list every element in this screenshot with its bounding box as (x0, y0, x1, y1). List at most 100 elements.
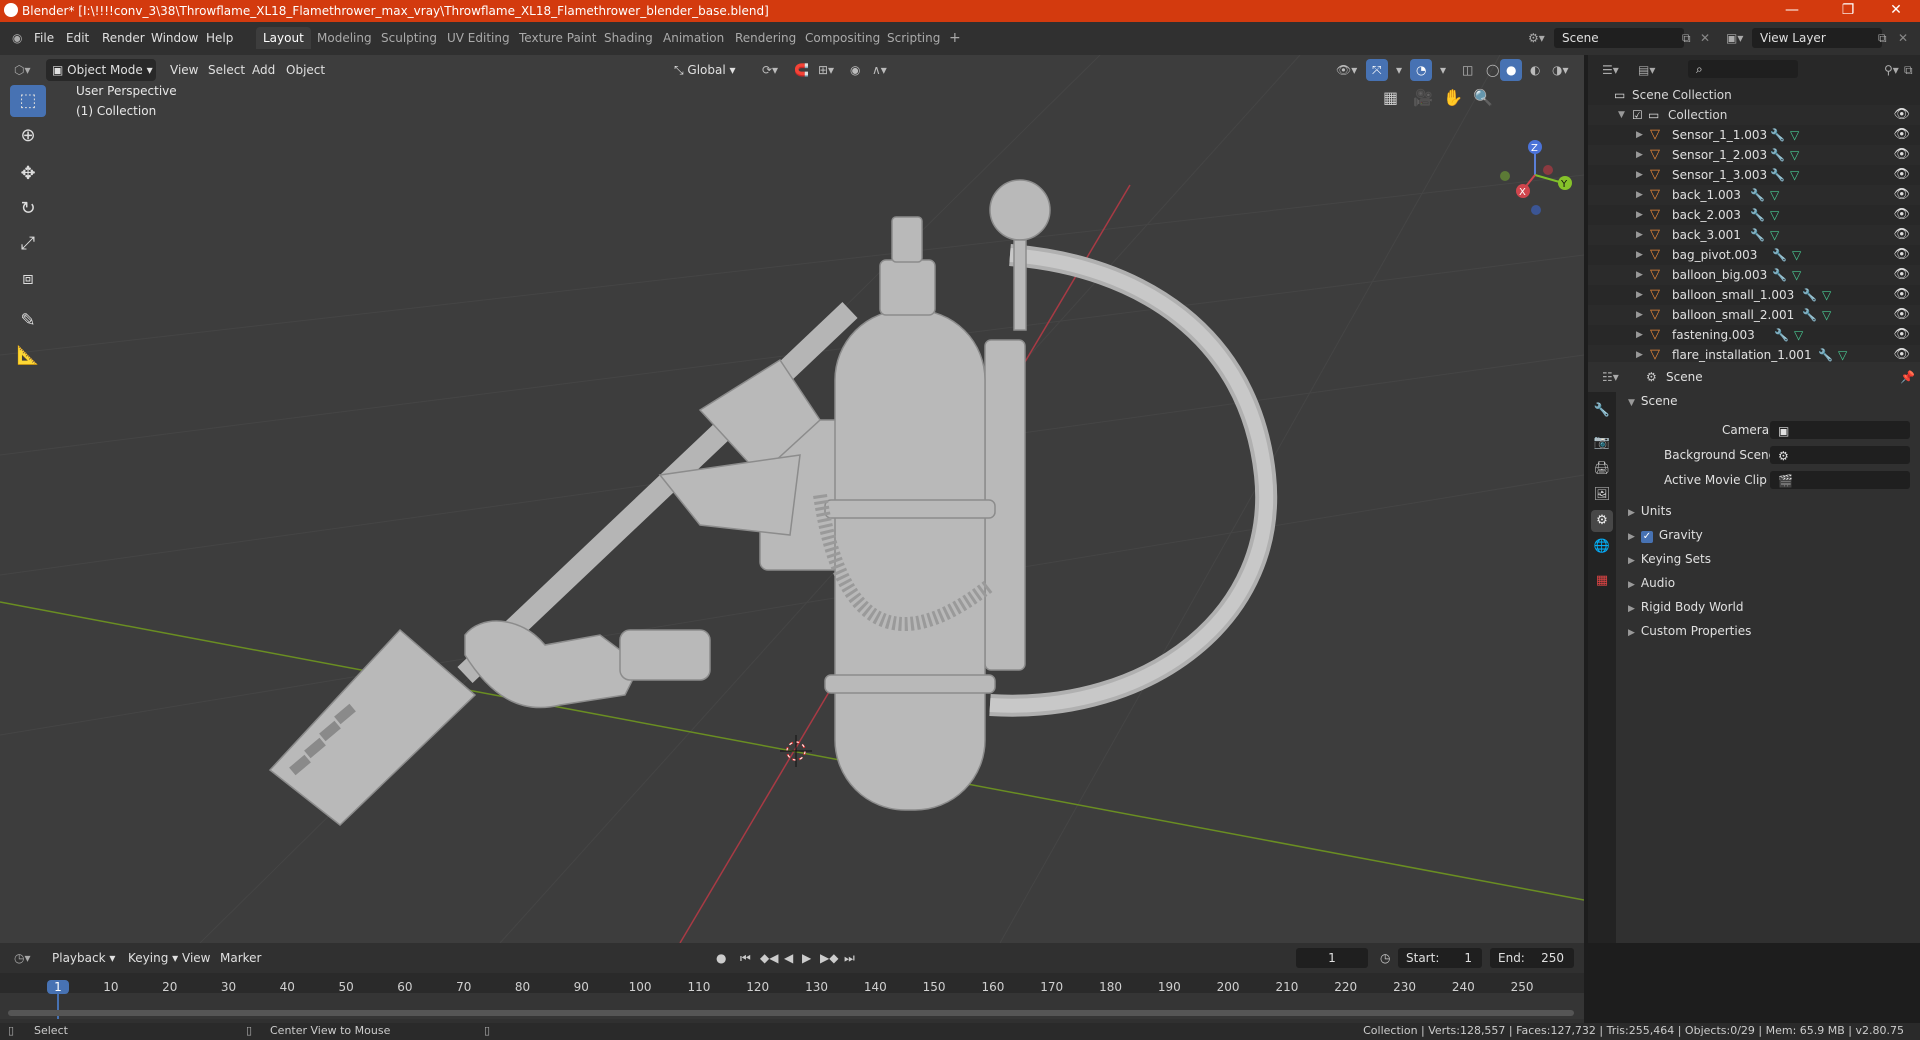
outliner-object-row[interactable]: ▶ ▽ Sensor_1_2.003 🔧 ▽ 👁 (1588, 145, 1920, 165)
expand-icon[interactable]: ▶ (1636, 285, 1643, 305)
outliner-editor-type-icon[interactable]: ☰▾ (1596, 59, 1625, 81)
delete-view-layer-icon[interactable]: ✕ (1892, 28, 1914, 48)
tab-layout[interactable]: Layout (256, 27, 311, 49)
active-movie-clip-field[interactable]: 🎬 (1770, 471, 1910, 489)
eye-icon[interactable]: 👁 (1893, 325, 1910, 345)
collection-checkbox[interactable]: ☑ (1632, 105, 1643, 125)
tab-scripting[interactable]: Scripting (880, 27, 947, 49)
pin-icon[interactable]: 📌 (1894, 366, 1920, 388)
modifier-wrench-icon[interactable]: 🔧 (1750, 205, 1765, 225)
gizmo-dropdown-icon[interactable]: ▾ (1390, 59, 1408, 81)
outliner-object-row[interactable]: ▶ ▽ bag_pivot.003 🔧 ▽ 👁 (1588, 245, 1920, 265)
delete-scene-icon[interactable]: ✕ (1694, 28, 1716, 48)
modifier-wrench-icon[interactable]: 🔧 (1750, 185, 1765, 205)
outliner-object-row[interactable]: ▶ ▽ balloon_big.003 🔧 ▽ 👁 (1588, 265, 1920, 285)
outliner-object-row[interactable]: ▶ ▽ balloon_small_1.003 🔧 ▽ 👁 (1588, 285, 1920, 305)
pan-view-icon[interactable]: ✋ (1443, 88, 1463, 107)
modifier-wrench-icon[interactable]: 🔧 (1802, 305, 1817, 325)
mesh-data-icon[interactable]: ▽ (1792, 265, 1801, 285)
outliner-object-row[interactable]: ▶ ▽ balloon_small_2.001 🔧 ▽ 👁 (1588, 305, 1920, 325)
collection-expand-icon[interactable]: ▼ (1618, 105, 1625, 125)
outliner-object-row[interactable]: ▶ ▽ Sensor_1_1.003 🔧 ▽ 👁 (1588, 125, 1920, 145)
tab-uv-editing[interactable]: UV Editing (440, 27, 517, 49)
mesh-data-icon[interactable]: ▽ (1792, 245, 1801, 265)
tab-texture-paint[interactable]: Texture Paint (512, 27, 603, 49)
outliner-object-row[interactable]: ▶ ▽ fastening.003 🔧 ▽ 👁 (1588, 325, 1920, 345)
outliner-scene-collection[interactable]: ▭ Scene Collection (1588, 85, 1920, 105)
pivot-point-icon[interactable]: ⟳▾ (756, 59, 784, 81)
record-icon[interactable]: ● (710, 947, 732, 969)
minimize-button[interactable]: — (1772, 2, 1812, 18)
jump-end-icon[interactable]: ⏭ (838, 947, 861, 969)
view-layer-browse-icon[interactable]: ▣▾ (1720, 28, 1749, 48)
custom-properties-panel-header[interactable]: ▶ Custom Properties (1620, 619, 1916, 643)
mesh-data-icon[interactable]: ▽ (1822, 305, 1831, 325)
menu-file[interactable]: File (28, 28, 60, 48)
camera-view-icon[interactable]: 🎥 (1413, 88, 1433, 107)
viewport-menu-select[interactable]: Select (202, 59, 251, 81)
mesh-data-icon[interactable]: ▽ (1790, 145, 1799, 165)
rigid-body-world-panel-header[interactable]: ▶ Rigid Body World (1620, 595, 1916, 619)
zoom-view-icon[interactable]: 🔍 (1473, 88, 1493, 107)
menu-edit[interactable]: Edit (60, 28, 95, 48)
timeline-menu-keying[interactable]: Keying ▾ (122, 947, 184, 969)
close-button[interactable]: ✕ (1876, 2, 1916, 18)
cursor-tool[interactable]: ⊕ (10, 120, 46, 152)
eye-icon[interactable]: 👁 (1893, 185, 1910, 205)
rotate-tool[interactable]: ↻ (10, 193, 46, 225)
menu-render[interactable]: Render (96, 28, 151, 48)
units-panel-header[interactable]: ▶ Units (1620, 499, 1916, 523)
eye-icon[interactable]: 👁 (1893, 105, 1910, 125)
modifier-wrench-icon[interactable]: 🔧 (1772, 245, 1787, 265)
scene-panel-header[interactable]: ▼ Scene (1620, 389, 1916, 413)
outliner-collection[interactable]: ▼ ☑ ▭ Collection 👁 (1588, 105, 1920, 125)
move-tool[interactable]: ✥ (10, 158, 46, 190)
expand-icon[interactable]: ▶ (1636, 145, 1643, 165)
eye-icon[interactable]: 👁 (1893, 265, 1910, 285)
view-layer-name-field[interactable]: View Layer (1752, 28, 1882, 48)
eye-icon[interactable]: 👁 (1893, 165, 1910, 185)
new-view-layer-icon[interactable]: ⧉ (1872, 28, 1893, 48)
maximize-button[interactable]: ❐ (1828, 2, 1868, 18)
properties-editor-type-icon[interactable]: ☷▾ (1596, 366, 1625, 388)
mesh-data-icon[interactable]: ▽ (1770, 205, 1779, 225)
tab-rendering[interactable]: Rendering (728, 27, 803, 49)
material-shading-icon[interactable]: ◐ (1524, 59, 1546, 81)
tool-tab-icon[interactable]: 🔧 (1591, 400, 1613, 422)
tab-animation[interactable]: Animation (656, 27, 731, 49)
outliner-object-row[interactable]: ▶ ▽ Sensor_1_3.003 🔧 ▽ 👁 (1588, 165, 1920, 185)
add-workspace-button[interactable]: + (942, 27, 968, 49)
texture-tab-icon[interactable]: ▦ (1591, 570, 1613, 592)
rendered-shading-icon[interactable]: ◑▾ (1546, 59, 1575, 81)
end-frame-field[interactable]: End: 250 (1490, 948, 1574, 968)
eye-icon[interactable]: 👁 (1893, 245, 1910, 265)
current-frame-field[interactable]: 1 (1296, 948, 1368, 968)
viewport-menu-add[interactable]: Add (246, 59, 281, 81)
viewport-menu-view[interactable]: View (164, 59, 204, 81)
measure-tool[interactable]: 📐 (10, 340, 46, 372)
transform-tool[interactable]: ⧈ (10, 263, 46, 295)
eye-icon[interactable]: 👁 (1893, 145, 1910, 165)
timeline-menu-marker[interactable]: Marker (214, 947, 267, 969)
tab-shading[interactable]: Shading (597, 27, 660, 49)
modifier-wrench-icon[interactable]: 🔧 (1772, 265, 1787, 285)
solid-shading-icon[interactable]: ● (1500, 59, 1523, 81)
render-tab-icon[interactable]: 📷 (1591, 432, 1613, 454)
mesh-data-icon[interactable]: ▽ (1770, 225, 1779, 245)
modifier-wrench-icon[interactable]: 🔧 (1802, 285, 1817, 305)
select-box-tool[interactable]: ⬚ (10, 85, 46, 117)
menu-help[interactable]: Help (200, 28, 239, 48)
mesh-data-icon[interactable]: ▽ (1790, 125, 1799, 145)
modifier-wrench-icon[interactable]: 🔧 (1770, 125, 1785, 145)
outliner-object-row[interactable]: ▶ ▽ back_3.001 🔧 ▽ 👁 (1588, 225, 1920, 245)
eye-icon[interactable]: 👁 (1893, 225, 1910, 245)
world-tab-icon[interactable]: 🌐 (1591, 536, 1613, 558)
start-frame-field[interactable]: Start: 1 (1398, 948, 1482, 968)
eye-icon[interactable]: 👁 (1893, 125, 1910, 145)
expand-icon[interactable]: ▶ (1636, 225, 1643, 245)
expand-icon[interactable]: ▶ (1636, 305, 1643, 325)
camera-field[interactable]: ▣ (1770, 421, 1910, 439)
overlays-toggle-icon[interactable]: ◔ (1410, 59, 1433, 81)
expand-icon[interactable]: ▶ (1636, 205, 1643, 225)
viewport-menu-object[interactable]: Object (280, 59, 331, 81)
